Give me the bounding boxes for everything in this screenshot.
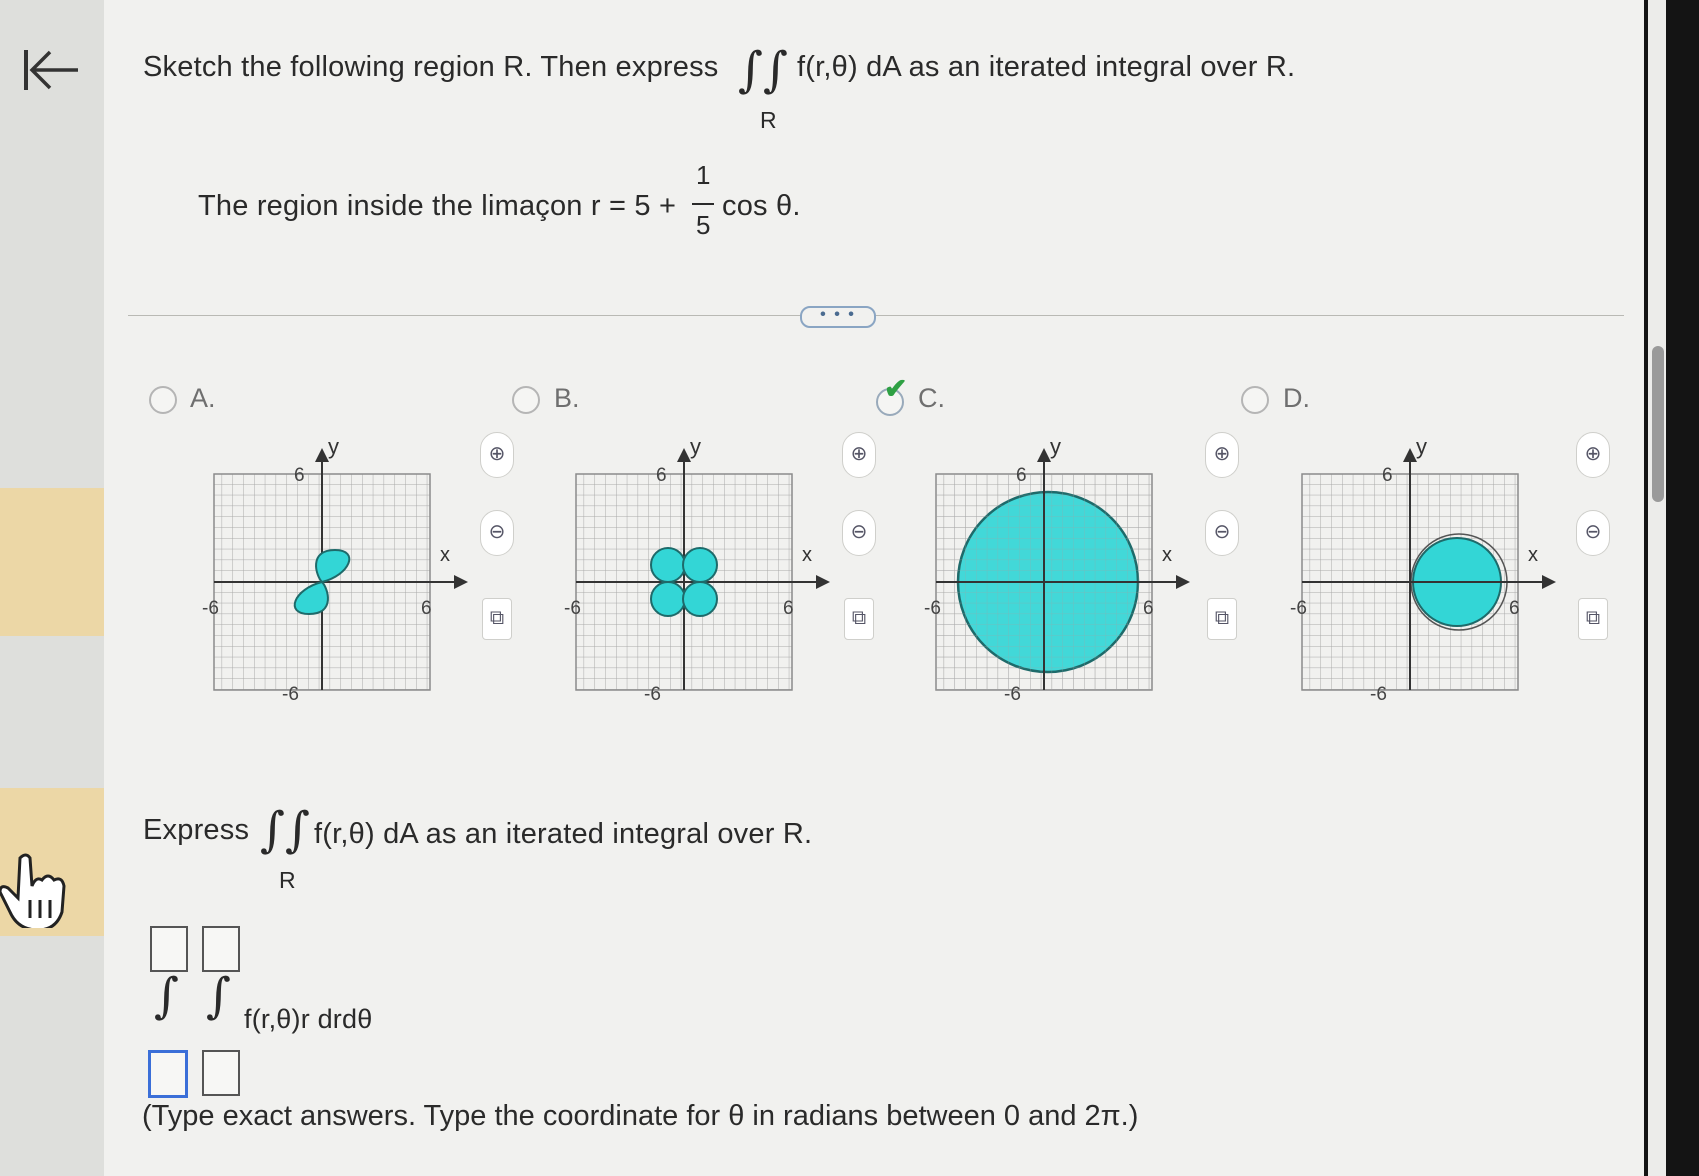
- region-subscript: R: [279, 867, 296, 893]
- expand-icon[interactable]: ⧉: [1578, 598, 1608, 640]
- tick-right: 6: [783, 598, 794, 619]
- y-axis-label: y: [1416, 434, 1427, 459]
- inner-upper-limit-box[interactable]: [202, 926, 240, 972]
- tick-right: 6: [421, 598, 432, 619]
- x-axis-label: x: [1528, 544, 1538, 566]
- tick-left: -6: [564, 598, 581, 619]
- tick-bottom: -6: [1370, 684, 1387, 700]
- region-subscript: R: [760, 107, 777, 133]
- tick-top: 6: [294, 465, 305, 486]
- double-integral-sign: ∫∫: [738, 42, 789, 98]
- x-axis-label: x: [802, 544, 812, 566]
- question-prefix: Sketch the following region R. Then expr…: [143, 51, 719, 83]
- tick-left: -6: [1290, 598, 1307, 619]
- graph-c: y x 6 -6 6 -6: [924, 434, 1190, 700]
- zoom-in-icon[interactable]: ⊕: [480, 432, 514, 478]
- inner-integral-sign: ∫: [206, 968, 232, 1024]
- option-c-label[interactable]: C.: [918, 383, 945, 414]
- tick-bottom: -6: [644, 684, 661, 700]
- scrollbar-thumb[interactable]: [1652, 346, 1664, 502]
- expand-icon[interactable]: ⧉: [482, 598, 512, 640]
- x-axis-label: x: [1162, 544, 1172, 566]
- sidebar-highlight: [0, 488, 104, 636]
- express-integrand: f(r,θ) dA as an iterated integral over R…: [314, 818, 813, 850]
- expand-more-button[interactable]: • • •: [800, 306, 876, 328]
- collapse-arrow-icon[interactable]: [22, 48, 80, 92]
- y-axis-label: y: [328, 434, 339, 459]
- tick-top: 6: [1382, 465, 1393, 486]
- tick-left: -6: [202, 598, 219, 619]
- tick-top: 6: [656, 465, 667, 486]
- y-axis-label: y: [1050, 434, 1061, 459]
- zoom-in-icon[interactable]: ⊕: [1205, 432, 1239, 478]
- tick-right: 6: [1143, 598, 1154, 619]
- tick-bottom: -6: [1004, 684, 1021, 700]
- fraction-numerator: 1: [696, 160, 711, 190]
- inner-lower-limit-box[interactable]: [202, 1050, 240, 1096]
- graph-d: y x 6 -6 6 -6: [1290, 434, 1556, 700]
- divider: [128, 315, 1624, 316]
- hand-cursor-icon: [0, 853, 66, 928]
- tick-top: 6: [1016, 465, 1027, 486]
- question-integrand: f(r,θ) dA as an iterated integral over R…: [797, 51, 1296, 83]
- fraction-denominator: 5: [696, 210, 711, 240]
- iterated-integrand: f(r,θ)r drdθ: [244, 1004, 373, 1034]
- zoom-out-icon[interactable]: ⊖: [1576, 510, 1610, 556]
- outer-lower-limit-box[interactable]: [148, 1050, 188, 1098]
- region-description: The region inside the limaçon r = 5 +: [198, 190, 677, 222]
- outer-integral-sign: ∫: [154, 968, 180, 1024]
- outer-upper-limit-box[interactable]: [150, 926, 188, 972]
- graph-a: y x 6 -6 6 -6: [202, 434, 468, 700]
- tick-bottom: -6: [282, 684, 299, 700]
- scrollbar-track[interactable]: [1648, 0, 1666, 1176]
- option-a-radio[interactable]: [149, 386, 177, 414]
- region-suffix: cos θ.: [722, 190, 801, 222]
- checkmark-icon: ✔: [884, 373, 908, 404]
- double-integral-sign: ∫∫: [260, 802, 311, 858]
- zoom-out-icon[interactable]: ⊖: [842, 510, 876, 556]
- expand-icon[interactable]: ⧉: [1207, 598, 1237, 640]
- tick-right: 6: [1509, 598, 1520, 619]
- option-a-label[interactable]: A.: [190, 383, 216, 414]
- instruction-note: (Type exact answers. Type the coordinate…: [142, 1100, 1139, 1132]
- express-prefix: Express: [143, 814, 250, 846]
- zoom-out-icon[interactable]: ⊖: [1205, 510, 1239, 556]
- zoom-out-icon[interactable]: ⊖: [480, 510, 514, 556]
- zoom-in-icon[interactable]: ⊕: [1576, 432, 1610, 478]
- fraction-bar: [692, 203, 714, 205]
- option-b-radio[interactable]: [512, 386, 540, 414]
- y-axis-label: y: [690, 434, 701, 459]
- option-b-label[interactable]: B.: [554, 383, 580, 414]
- x-axis-label: x: [440, 544, 450, 566]
- graph-b: y x 6 -6 6 -6: [564, 434, 830, 700]
- option-d-radio[interactable]: [1241, 386, 1269, 414]
- option-d-label[interactable]: D.: [1283, 383, 1310, 414]
- expand-icon[interactable]: ⧉: [844, 598, 874, 640]
- zoom-in-icon[interactable]: ⊕: [842, 432, 876, 478]
- tick-left: -6: [924, 598, 941, 619]
